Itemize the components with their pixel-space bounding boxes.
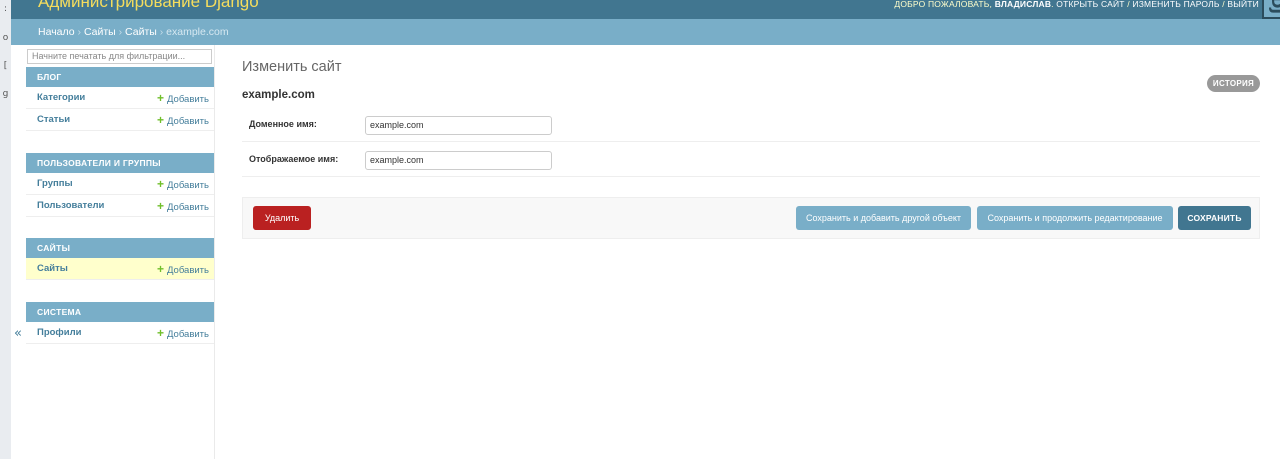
add-label: Добавить bbox=[167, 329, 209, 340]
add-label: Добавить bbox=[167, 94, 209, 105]
display-name-label: Отображаемое имя: bbox=[249, 154, 339, 164]
history-button[interactable]: ИСТОРИЯ bbox=[1207, 75, 1260, 92]
add-link[interactable]: + Добавить bbox=[157, 322, 209, 346]
save-and-continue-button[interactable]: Сохранить и продолжить редактирование bbox=[977, 206, 1173, 230]
sidebar-item-groups[interactable]: Группы + Добавить bbox=[26, 173, 214, 195]
display-name-field[interactable]: example.com bbox=[365, 151, 552, 170]
module-auth: ПОЛЬЗОВАТЕЛИ И ГРУППЫ Группы + Добавить П… bbox=[26, 153, 214, 217]
view-site-link[interactable]: ОТКРЫТЬ САЙТ bbox=[1056, 0, 1124, 9]
model-link[interactable]: Категории bbox=[37, 87, 85, 109]
strip-glyph: [ bbox=[3, 61, 8, 71]
domain-label: Доменное имя: bbox=[249, 119, 317, 129]
submit-row: Удалить Сохранить и добавить другой объе… bbox=[242, 197, 1260, 239]
breadcrumb-app[interactable]: Сайты bbox=[84, 26, 116, 38]
plus-icon: + bbox=[156, 262, 164, 276]
left-window-strip: : o [ g bbox=[0, 0, 11, 459]
toggle-nav-sidebar-icon[interactable]: « bbox=[14, 326, 22, 341]
welcome-text: ДОБРО ПОЖАЛОВАТЬ, bbox=[894, 0, 993, 9]
domain-field[interactable]: example.com bbox=[365, 116, 552, 135]
module-system: СИСТЕМА Профили + Добавить bbox=[26, 302, 214, 344]
add-label: Добавить bbox=[167, 180, 209, 191]
add-link[interactable]: + Добавить bbox=[157, 87, 209, 111]
add-link[interactable]: + Добавить bbox=[157, 195, 209, 219]
username: ВЛАДИСЛАВ bbox=[994, 0, 1052, 9]
breadcrumb-home[interactable]: Начало bbox=[38, 26, 75, 38]
separator: / bbox=[1127, 0, 1130, 9]
model-link[interactable]: Сайты bbox=[37, 258, 68, 280]
save-button[interactable]: СОХРАНИТЬ bbox=[1178, 206, 1251, 230]
add-link[interactable]: + Добавить bbox=[157, 173, 209, 197]
breadcrumb-model[interactable]: Сайты bbox=[125, 26, 157, 38]
module-caption[interactable]: БЛОГ bbox=[26, 67, 214, 87]
add-label: Добавить bbox=[167, 116, 209, 127]
breadcrumb: Начало › Сайты › Сайты › example.com bbox=[11, 19, 1280, 45]
user-tools: ДОБРО ПОЖАЛОВАТЬ, ВЛАДИСЛАВ. ОТКРЫТЬ САЙ… bbox=[894, 0, 1259, 9]
plus-icon: + bbox=[156, 113, 164, 127]
plus-icon: + bbox=[156, 326, 164, 340]
sidebar-item-users[interactable]: Пользователи + Добавить bbox=[26, 195, 214, 217]
model-link[interactable]: Профили bbox=[37, 322, 81, 344]
add-link[interactable]: + Добавить bbox=[157, 109, 209, 133]
module-caption[interactable]: САЙТЫ bbox=[26, 238, 214, 258]
add-label: Добавить bbox=[167, 265, 209, 276]
save-and-add-another-button[interactable]: Сохранить и добавить другой объект bbox=[796, 206, 971, 230]
form-row-domain: Доменное имя: example.com bbox=[242, 107, 1260, 142]
add-link[interactable]: + Добавить bbox=[157, 258, 209, 282]
sidebar-item-categories[interactable]: Категории + Добавить bbox=[26, 87, 214, 109]
nav-filter-input[interactable]: Начните печатать для фильтрации... bbox=[27, 49, 212, 64]
nav-sidebar: Начните печатать для фильтрации... БЛОГ … bbox=[25, 45, 215, 459]
model-link[interactable]: Статьи bbox=[37, 109, 70, 131]
model-link[interactable]: Группы bbox=[37, 173, 73, 195]
model-link[interactable]: Пользователи bbox=[37, 195, 104, 217]
window-edge-widget: DJ bbox=[1262, 0, 1280, 19]
delete-button[interactable]: Удалить bbox=[253, 206, 311, 230]
page-title: Изменить сайт bbox=[242, 59, 342, 75]
module-blog: БЛОГ Категории + Добавить Статьи + Добавит… bbox=[26, 67, 214, 131]
breadcrumb-separator: › bbox=[77, 26, 82, 38]
object-title: example.com bbox=[242, 89, 315, 101]
breadcrumb-separator: › bbox=[118, 26, 123, 38]
sidebar-item-sites[interactable]: Сайты + Добавить bbox=[26, 258, 214, 280]
sidebar-item-profiles[interactable]: Профили + Добавить bbox=[26, 322, 214, 344]
plus-icon: + bbox=[156, 177, 164, 191]
edge-glyph: DJ bbox=[1268, 0, 1280, 15]
logout-link[interactable]: ВЫЙТИ bbox=[1227, 0, 1259, 9]
site-branding[interactable]: Администрирование Django bbox=[38, 0, 259, 12]
breadcrumb-separator: › bbox=[159, 26, 164, 38]
form-row-name: Отображаемое имя: example.com bbox=[242, 142, 1260, 177]
plus-icon: + bbox=[156, 91, 164, 105]
module-sites: САЙТЫ Сайты + Добавить bbox=[26, 238, 214, 280]
strip-glyph: g bbox=[2, 89, 9, 99]
sidebar-item-articles[interactable]: Статьи + Добавить bbox=[26, 109, 214, 131]
strip-glyph: : bbox=[3, 4, 8, 14]
plus-icon: + bbox=[156, 199, 164, 213]
strip-glyph: o bbox=[2, 33, 9, 43]
add-label: Добавить bbox=[167, 202, 209, 213]
module-caption[interactable]: СИСТЕМА bbox=[26, 302, 214, 322]
breadcrumb-current: example.com bbox=[166, 26, 229, 38]
admin-header: Администрирование Django ДОБРО ПОЖАЛОВАТ… bbox=[11, 0, 1280, 19]
separator: / bbox=[1222, 0, 1225, 9]
module-caption[interactable]: ПОЛЬЗОВАТЕЛИ И ГРУППЫ bbox=[26, 153, 214, 173]
change-password-link[interactable]: ИЗМЕНИТЬ ПАРОЛЬ bbox=[1132, 0, 1219, 9]
